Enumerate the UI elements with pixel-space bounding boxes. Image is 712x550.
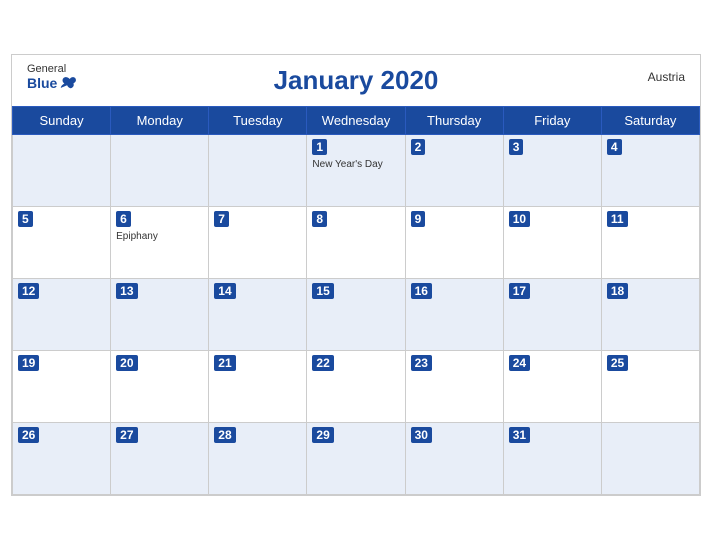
calendar-cell: 20 [111, 351, 209, 423]
day-number: 2 [411, 139, 426, 155]
day-number: 6 [116, 211, 131, 227]
logo-general-text: General [27, 63, 66, 75]
calendar-cell: 31 [503, 423, 601, 495]
calendar-cell: 14 [209, 279, 307, 351]
country-label: Austria [648, 70, 685, 84]
calendar-table: Sunday Monday Tuesday Wednesday Thursday… [12, 106, 700, 495]
day-number: 24 [509, 355, 530, 371]
calendar-cell: 21 [209, 351, 307, 423]
day-number: 23 [411, 355, 432, 371]
calendar-cell: 30 [405, 423, 503, 495]
calendar-cell: 1 New Year's Day [307, 135, 405, 207]
calendar-cell: 8 [307, 207, 405, 279]
header-friday: Friday [503, 107, 601, 135]
day-number: 26 [18, 427, 39, 443]
day-number: 14 [214, 283, 235, 299]
calendar-wrapper: General Blue January 2020 Austria Sunday… [11, 54, 701, 496]
header-wednesday: Wednesday [307, 107, 405, 135]
day-number: 4 [607, 139, 622, 155]
calendar-cell: 11 [601, 207, 699, 279]
day-number: 15 [312, 283, 333, 299]
day-number: 30 [411, 427, 432, 443]
calendar-cell: 12 [13, 279, 111, 351]
day-number: 27 [116, 427, 137, 443]
calendar-header: General Blue January 2020 Austria [12, 55, 700, 106]
day-number: 5 [18, 211, 33, 227]
calendar-cell: 16 [405, 279, 503, 351]
day-number: 20 [116, 355, 137, 371]
day-number: 22 [312, 355, 333, 371]
day-number: 8 [312, 211, 327, 227]
calendar-cell [111, 135, 209, 207]
week-row-5: 26 27 28 29 30 31 [13, 423, 700, 495]
calendar-title: January 2020 [274, 65, 439, 96]
calendar-cell [13, 135, 111, 207]
header-monday: Monday [111, 107, 209, 135]
calendar-cell: 23 [405, 351, 503, 423]
calendar-cell: 3 [503, 135, 601, 207]
calendar-cell: 5 [13, 207, 111, 279]
calendar-cell: 27 [111, 423, 209, 495]
header-thursday: Thursday [405, 107, 503, 135]
week-row-2: 5 6 Epiphany 7 8 9 10 11 [13, 207, 700, 279]
week-row-1: 1 New Year's Day 2 3 4 [13, 135, 700, 207]
calendar-cell: 28 [209, 423, 307, 495]
day-number: 12 [18, 283, 39, 299]
day-number: 3 [509, 139, 524, 155]
calendar-cell: 26 [13, 423, 111, 495]
day-number: 11 [607, 211, 628, 227]
day-number: 25 [607, 355, 628, 371]
day-number: 9 [411, 211, 426, 227]
day-number: 7 [214, 211, 229, 227]
calendar-cell: 10 [503, 207, 601, 279]
header-sunday: Sunday [13, 107, 111, 135]
header-saturday: Saturday [601, 107, 699, 135]
calendar-cell [209, 135, 307, 207]
day-number: 18 [607, 283, 628, 299]
days-header-row: Sunday Monday Tuesday Wednesday Thursday… [13, 107, 700, 135]
calendar-cell: 2 [405, 135, 503, 207]
week-row-3: 12 13 14 15 16 17 18 [13, 279, 700, 351]
calendar-cell: 17 [503, 279, 601, 351]
calendar-cell: 29 [307, 423, 405, 495]
day-number: 28 [214, 427, 235, 443]
day-number: 17 [509, 283, 530, 299]
calendar-body: 1New Year's Day23456Epiphany789101112131… [13, 135, 700, 495]
day-number: 10 [509, 211, 530, 227]
day-number: 13 [116, 283, 137, 299]
holiday-name: New Year's Day [312, 159, 399, 170]
calendar-cell: 15 [307, 279, 405, 351]
calendar-cell: 13 [111, 279, 209, 351]
day-number: 31 [509, 427, 530, 443]
calendar-cell: 18 [601, 279, 699, 351]
calendar-cell: 24 [503, 351, 601, 423]
calendar-cell [601, 423, 699, 495]
day-number: 29 [312, 427, 333, 443]
calendar-cell: 6 Epiphany [111, 207, 209, 279]
holiday-name: Epiphany [116, 231, 203, 242]
day-number: 21 [214, 355, 235, 371]
calendar-cell: 19 [13, 351, 111, 423]
week-row-4: 19 20 21 22 23 24 25 [13, 351, 700, 423]
logo-blue-text: Blue [27, 75, 77, 91]
day-number: 1 [312, 139, 327, 155]
day-number: 19 [18, 355, 39, 371]
day-number: 16 [411, 283, 432, 299]
calendar-cell: 25 [601, 351, 699, 423]
calendar-cell: 4 [601, 135, 699, 207]
logo-bird-icon [59, 76, 77, 90]
calendar-cell: 7 [209, 207, 307, 279]
calendar-cell: 9 [405, 207, 503, 279]
calendar-cell: 22 [307, 351, 405, 423]
header-tuesday: Tuesday [209, 107, 307, 135]
logo: General Blue [27, 63, 77, 91]
